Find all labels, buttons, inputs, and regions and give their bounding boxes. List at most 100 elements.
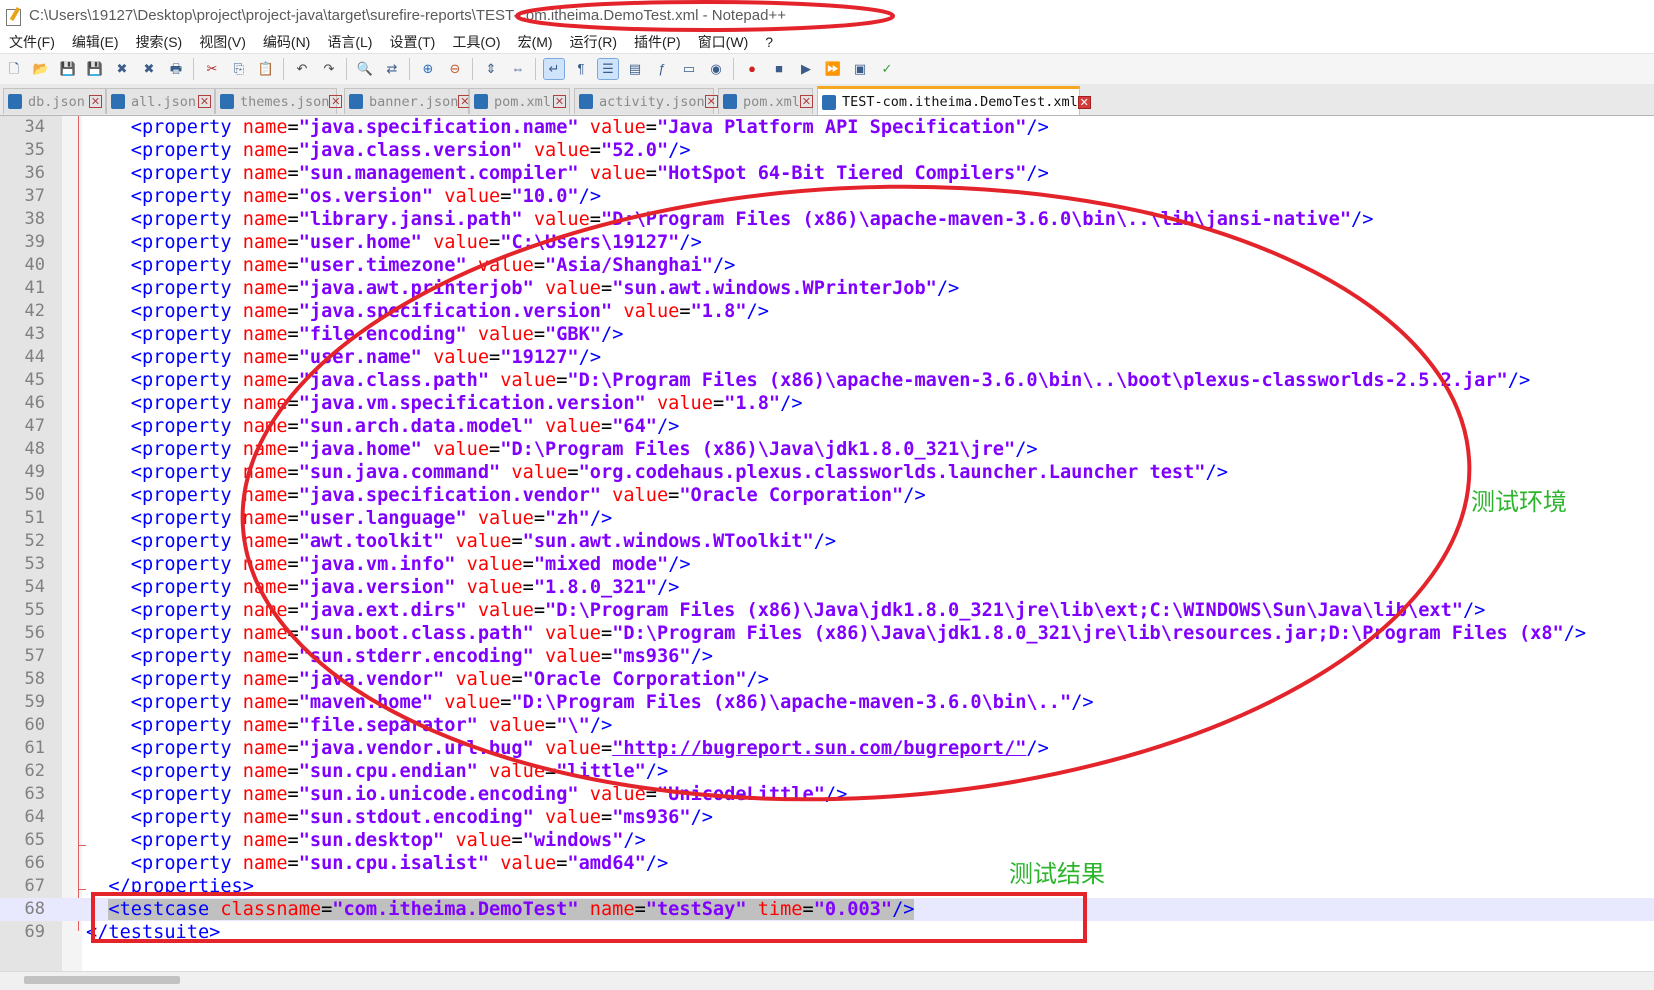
code-line[interactable]: 60 <property name="file.separator" value…: [0, 714, 1654, 737]
menu-item[interactable]: 工具(O): [443, 32, 508, 52]
code-line[interactable]: 42 <property name="java.specification.ve…: [0, 300, 1654, 323]
code-line[interactable]: 62 <property name="sun.cpu.endian" value…: [0, 760, 1654, 783]
menu-item[interactable]: 编码(N): [254, 32, 318, 52]
code-line[interactable]: 65 <property name="sun.desktop" value="w…: [0, 829, 1654, 852]
menu-item[interactable]: 宏(M): [509, 32, 561, 52]
tab-pom-xml[interactable]: pom.xml ✕: [718, 88, 813, 114]
save-icon[interactable]: 💾: [58, 59, 78, 79]
code-line[interactable]: 38 <property name="library.jansi.path" v…: [0, 208, 1654, 231]
cut-icon[interactable]: ✂: [202, 59, 222, 79]
zoom-in-icon[interactable]: ⊕: [418, 59, 438, 79]
sync-horizontal-icon[interactable]: ⇔: [508, 59, 528, 79]
tab-themes-json[interactable]: themes.json ✕: [215, 88, 343, 114]
doc-map-icon[interactable]: ▤: [625, 59, 645, 79]
code-line[interactable]: 35 <property name="java.class.version" v…: [0, 139, 1654, 162]
monitor-icon[interactable]: ◉: [706, 59, 726, 79]
code-line[interactable]: 50 <property name="java.specification.ve…: [0, 484, 1654, 507]
code-line[interactable]: 68 <testcase classname="com.itheima.Demo…: [0, 898, 1654, 921]
code-line[interactable]: 54 <property name="java.version" value="…: [0, 576, 1654, 599]
code-line[interactable]: 63 <property name="sun.io.unicode.encodi…: [0, 783, 1654, 806]
macro-save-icon[interactable]: ▣: [850, 59, 870, 79]
tab-close-icon[interactable]: ✕: [553, 95, 566, 108]
new-file-icon[interactable]: 🗋: [4, 59, 24, 79]
code-line[interactable]: 55 <property name="java.ext.dirs" value=…: [0, 599, 1654, 622]
code-line[interactable]: 45 <property name="java.class.path" valu…: [0, 369, 1654, 392]
code-line[interactable]: 34 <property name="java.specification.na…: [0, 116, 1654, 139]
code-line[interactable]: 69 </testsuite>: [0, 921, 1654, 944]
code-line[interactable]: 58 <property name="java.vendor" value="O…: [0, 668, 1654, 691]
scrollbar-thumb[interactable]: [24, 976, 180, 984]
sync-vertical-icon[interactable]: ⇕: [481, 59, 501, 79]
code-line[interactable]: 64 <property name="sun.stdout.encoding" …: [0, 806, 1654, 829]
menu-item[interactable]: 搜索(S): [127, 32, 191, 52]
redo-icon[interactable]: ↷: [319, 59, 339, 79]
menu-item[interactable]: 文件(F): [0, 32, 63, 52]
code-line[interactable]: 47 <property name="sun.arch.data.model" …: [0, 415, 1654, 438]
tab-all-json[interactable]: all.json ✕: [106, 88, 215, 114]
undo-icon[interactable]: ↶: [292, 59, 312, 79]
tab-close-icon[interactable]: ✕: [89, 95, 102, 108]
code-line[interactable]: 40 <property name="user.timezone" value=…: [0, 254, 1654, 277]
code-line[interactable]: 49 <property name="sun.java.command" val…: [0, 461, 1654, 484]
tab-pom-xml[interactable]: pom.xml ✕: [469, 88, 570, 114]
code-line[interactable]: 59 <property name="maven.home" value="D:…: [0, 691, 1654, 714]
paste-icon[interactable]: 📋: [256, 59, 276, 79]
menu-item[interactable]: 运行(R): [561, 32, 625, 52]
code-line[interactable]: 39 <property name="user.home" value="C:\…: [0, 231, 1654, 254]
tab-close-icon[interactable]: ✕: [1077, 95, 1091, 109]
tab-activity-json[interactable]: activity.json ✕: [574, 88, 718, 114]
code-line[interactable]: 66 <property name="sun.cpu.isalist" valu…: [0, 852, 1654, 875]
macro-stop-icon[interactable]: ■: [769, 59, 789, 79]
code-line[interactable]: 57 <property name="sun.stderr.encoding" …: [0, 645, 1654, 668]
find-icon[interactable]: 🔍: [355, 59, 375, 79]
close-icon[interactable]: ✖: [112, 59, 132, 79]
tab-close-icon[interactable]: ✕: [704, 95, 718, 108]
menu-item[interactable]: 插件(P): [625, 32, 689, 52]
code-line[interactable]: 43 <property name="file.encoding" value=…: [0, 323, 1654, 346]
code-line[interactable]: 56 <property name="sun.boot.class.path" …: [0, 622, 1654, 645]
close-all-icon[interactable]: ✖: [139, 59, 159, 79]
tab-db-json[interactable]: db.json ✕: [3, 88, 106, 114]
spell-check-icon[interactable]: ✓: [877, 59, 897, 79]
xml-attr-value-link[interactable]: "http://bugreport.sun.com/bugreport/": [612, 738, 1026, 759]
code-line[interactable]: 53 <property name="java.vm.info" value="…: [0, 553, 1654, 576]
replace-icon[interactable]: ⇄: [382, 59, 402, 79]
word-wrap-icon[interactable]: ↵: [543, 58, 565, 80]
menu-item[interactable]: 窗口(W): [689, 32, 757, 52]
print-icon[interactable]: 🖶: [166, 59, 186, 79]
code-line[interactable]: 48 <property name="java.home" value="D:\…: [0, 438, 1654, 461]
code-line[interactable]: 41 <property name="java.awt.printerjob" …: [0, 277, 1654, 300]
code-line[interactable]: 61 <property name="java.vendor.url.bug" …: [0, 737, 1654, 760]
tab-close-icon[interactable]: ✕: [799, 95, 813, 108]
save-all-icon[interactable]: 💾: [85, 59, 105, 79]
tab-close-icon[interactable]: ✕: [198, 95, 211, 108]
macro-run-multiple-icon[interactable]: ⏩: [823, 59, 843, 79]
code-line[interactable]: 51 <property name="user.language" value=…: [0, 507, 1654, 530]
code-line[interactable]: 36 <property name="sun.management.compil…: [0, 162, 1654, 185]
tab-banner-json[interactable]: banner.json ✕: [344, 88, 472, 114]
menu-item[interactable]: 视图(V): [190, 32, 254, 52]
show-all-chars-icon[interactable]: ¶: [571, 59, 591, 79]
menu-item[interactable]: 设置(T): [380, 32, 443, 52]
editor[interactable]: 34 <property name="java.specification.na…: [0, 116, 1654, 971]
open-file-icon[interactable]: 📂: [31, 59, 51, 79]
menu-item[interactable]: ?: [756, 34, 781, 50]
zoom-out-icon[interactable]: ⊖: [445, 59, 465, 79]
indent-guide-icon[interactable]: ☰: [597, 58, 619, 80]
code-line[interactable]: 44 <property name="user.name" value="191…: [0, 346, 1654, 369]
code-line[interactable]: 46 <property name="java.vm.specification…: [0, 392, 1654, 415]
menu-item[interactable]: 编辑(E): [63, 32, 127, 52]
copy-icon[interactable]: ⎘: [229, 59, 249, 79]
menu-item[interactable]: 语言(L): [318, 32, 380, 52]
tab-test-com-itheima-demotest-xml[interactable]: TEST-com.itheima.DemoTest.xml ✕: [817, 86, 1091, 115]
function-list-icon[interactable]: ƒ: [652, 59, 672, 79]
code-line[interactable]: 67 </properties>: [0, 875, 1654, 898]
code-line[interactable]: 37 <property name="os.version" value="10…: [0, 185, 1654, 208]
macro-play-icon[interactable]: ▶: [796, 59, 816, 79]
macro-record-icon[interactable]: ●: [742, 59, 762, 79]
folder-workspace-icon[interactable]: ▭: [679, 59, 699, 79]
tab-close-icon[interactable]: ✕: [329, 95, 343, 108]
code-line[interactable]: 52 <property name="awt.toolkit" value="s…: [0, 530, 1654, 553]
selected-testcase[interactable]: <testcase classname="com.itheima.DemoTes…: [108, 899, 915, 920]
horizontal-scrollbar[interactable]: [0, 971, 1654, 990]
